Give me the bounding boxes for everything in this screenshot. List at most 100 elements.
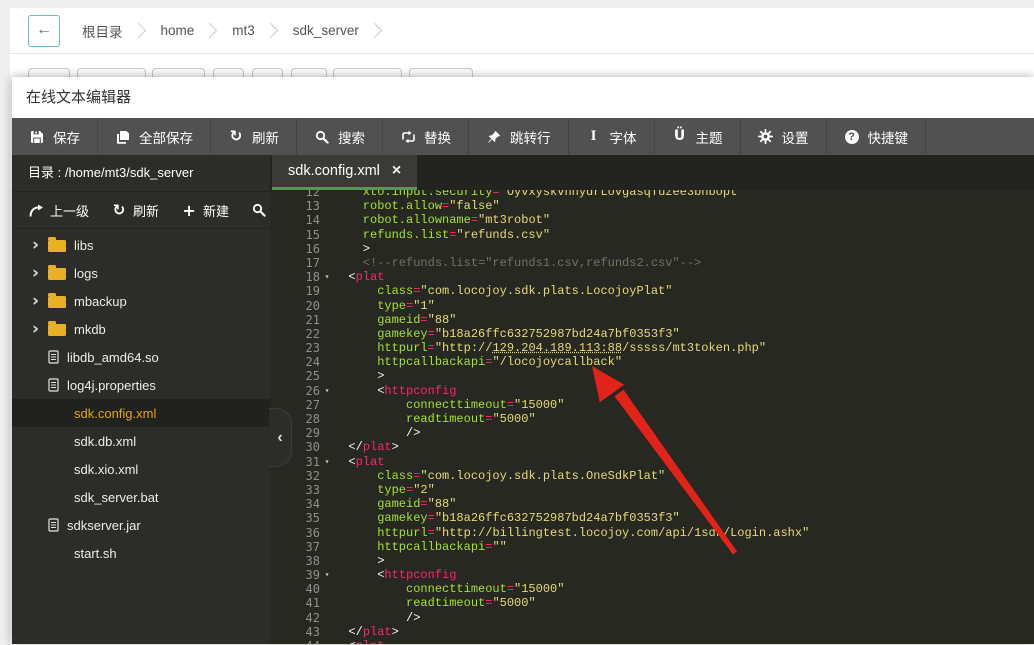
fold-gutter — [320, 327, 334, 341]
tree-item-start.sh[interactable]: start.sh — [12, 539, 270, 567]
toolbar-button-label: 设置 — [782, 127, 809, 147]
tree-item-label: mkdb — [74, 322, 106, 337]
toolbar-button-搜索[interactable]: 搜索 — [297, 118, 383, 155]
code-line: 24 httpcallbackapi="/locojoycallback" — [270, 355, 1034, 369]
tree-item-log4j.properties[interactable]: log4j.properties — [12, 371, 270, 399]
line-number: 38 — [270, 554, 320, 568]
code-line: 39▾ <httpconfig — [270, 568, 1034, 582]
tree-item-label: log4j.properties — [67, 378, 156, 393]
breadcrumb-chevron-icon — [263, 23, 279, 39]
toolbar-button-设置[interactable]: 设置 — [741, 118, 827, 155]
code-text: > — [334, 242, 1034, 256]
tree-item-libs[interactable]: ›libs — [12, 231, 270, 259]
shortcuts-icon: ? — [844, 130, 860, 144]
code-text: <!--refunds.list="refunds1.csv,refunds2.… — [334, 256, 1034, 270]
toolbar-button-保存[interactable]: 保存 — [12, 118, 98, 155]
line-number: 35 — [270, 511, 320, 525]
line-number: 21 — [270, 313, 320, 327]
toolbar-button-label: 替换 — [424, 127, 451, 147]
code-text: readtimeout="5000" — [334, 412, 1034, 426]
folder-icon — [48, 268, 66, 280]
toolbar-button-label: 快捷键 — [868, 127, 909, 147]
fold-gutter — [320, 611, 334, 625]
code-line: 32 class="com.locojoy.sdk.plats.OneSdkPl… — [270, 469, 1034, 483]
fold-gutter — [320, 497, 334, 511]
tree-item-sdk_server.bat[interactable]: sdk_server.bat — [12, 483, 270, 511]
goto-line-icon — [486, 130, 502, 144]
line-number: 25 — [270, 369, 320, 383]
line-number: 18 — [270, 270, 320, 284]
fold-gutter — [320, 242, 334, 256]
fold-marker-icon[interactable]: ▾ — [320, 384, 334, 398]
breadcrumb-item[interactable]: mt3 — [222, 23, 263, 38]
code-line: 44▾ <plat — [270, 639, 1034, 644]
toolbar-button-快捷键[interactable]: ? 快捷键 — [827, 118, 927, 155]
code-text: <plat — [334, 270, 1034, 284]
tree-item-sdkserver.jar[interactable]: sdkserver.jar — [12, 511, 270, 539]
tree-item-mbackup[interactable]: ›mbackup — [12, 287, 270, 315]
tree-item-sdk.config.xml[interactable]: sdk.config.xml — [12, 399, 270, 427]
back-button[interactable]: ← — [28, 15, 60, 47]
search-icon — [314, 130, 330, 144]
fold-gutter — [320, 284, 334, 298]
tab-close-icon[interactable]: × — [392, 164, 401, 178]
fold-gutter — [320, 341, 334, 355]
tab-sdk-config-xml[interactable]: sdk.config.xml × — [272, 155, 417, 190]
toolbar-button-替换[interactable]: 替换 — [383, 118, 469, 155]
code-line: 18▾ <plat — [270, 270, 1034, 284]
sidebar-nav-刷新[interactable]: ↻刷新 — [111, 201, 159, 220]
fold-marker-icon[interactable]: ▾ — [320, 455, 334, 469]
breadcrumb-items: 根目录 home mt3 sdk_server — [72, 21, 387, 41]
chevron-right-icon[interactable]: › — [32, 259, 48, 287]
sidebar-collapse-button[interactable]: ‹ — [269, 408, 292, 467]
toolbar-button-跳转行[interactable]: 跳转行 — [469, 118, 569, 155]
breadcrumb-item[interactable]: sdk_server — [283, 23, 367, 38]
code-line: 17 <!--refunds.list="refunds1.csv,refund… — [270, 256, 1034, 270]
fold-gutter — [320, 596, 334, 610]
replace-icon — [400, 130, 416, 144]
fold-gutter — [320, 625, 334, 639]
breadcrumb-item[interactable]: home — [151, 23, 203, 38]
code-text: <httpconfig — [334, 568, 1034, 582]
fold-marker-icon[interactable]: ▾ — [320, 568, 334, 582]
fold-marker-icon[interactable]: ▾ — [320, 270, 334, 284]
tree-item-logs[interactable]: ›logs — [12, 259, 270, 287]
line-number: 26 — [270, 384, 320, 398]
code-line: 34 gameid="88" — [270, 497, 1034, 511]
fold-gutter — [320, 199, 334, 213]
code-line: 14 robot.allowname="mt3robot" — [270, 213, 1034, 227]
code-text: httpcallbackapi="/locojoycallback" — [334, 355, 1034, 369]
sidebar-nav-新建[interactable]: +新建 — [181, 201, 229, 220]
breadcrumb-item[interactable]: 根目录 — [72, 21, 131, 41]
code-line: 15 refunds.list="refunds.csv" — [270, 228, 1034, 242]
toolbar-button-刷新[interactable]: ↻刷新 — [211, 118, 297, 155]
code-text: gamekey="b18a26ffc632752987bd24a7bf0353f… — [334, 511, 1034, 525]
chevron-right-icon[interactable]: › — [32, 231, 48, 259]
tab-label: sdk.config.xml — [288, 163, 380, 179]
code-line: 31▾ <plat — [270, 455, 1034, 469]
folder-icon — [48, 324, 66, 336]
editor-toolbar: 保存全部保存↻刷新搜索 替换跳转行I字体Ü主题 设置? 快捷键 — [12, 118, 1034, 155]
file-icon — [48, 350, 59, 364]
toolbar-button-全部保存[interactable]: 全部保存 — [98, 118, 211, 155]
chevron-right-icon[interactable]: › — [32, 315, 48, 343]
code-editor[interactable]: 12 xto.input.security="OyvxyskvnnydrLovg… — [270, 190, 1034, 644]
online-text-editor-modal: 在线文本编辑器 保存全部保存↻刷新搜索替换跳转行I字体Ü主题设置?快捷键 目录 … — [12, 77, 1034, 644]
file-sidebar: 目录 : /home/mt3/sdk_server 上一级↻刷新+新建搜索 ›l… — [12, 155, 270, 644]
collapse-chevron-icon: ‹ — [277, 429, 282, 447]
fold-gutter — [320, 398, 334, 412]
tree-item-label: sdkserver.jar — [67, 518, 141, 533]
code-line: 23 httpurl="http://129.204.189.113:88/ss… — [270, 341, 1034, 355]
tree-item-libdb_amd64.so[interactable]: libdb_amd64.so — [12, 343, 270, 371]
code-line: 41 readtimeout="5000" — [270, 596, 1034, 610]
chevron-right-icon[interactable]: › — [32, 287, 48, 315]
fold-marker-icon[interactable]: ▾ — [320, 639, 334, 644]
tree-item-sdk.db.xml[interactable]: sdk.db.xml — [12, 427, 270, 455]
tree-item-mkdb[interactable]: › mkdb — [12, 315, 270, 343]
line-number: 33 — [270, 483, 320, 497]
tree-item-sdk.xio.xml[interactable]: sdk.xio.xml — [12, 455, 270, 483]
toolbar-button-主题[interactable]: Ü主题 — [655, 118, 741, 155]
code-line: 19 class="com.locojoy.sdk.plats.LocojoyP… — [270, 284, 1034, 298]
sidebar-nav-上一级[interactable]: 上一级 — [28, 201, 89, 220]
toolbar-button-字体[interactable]: I字体 — [569, 118, 655, 155]
